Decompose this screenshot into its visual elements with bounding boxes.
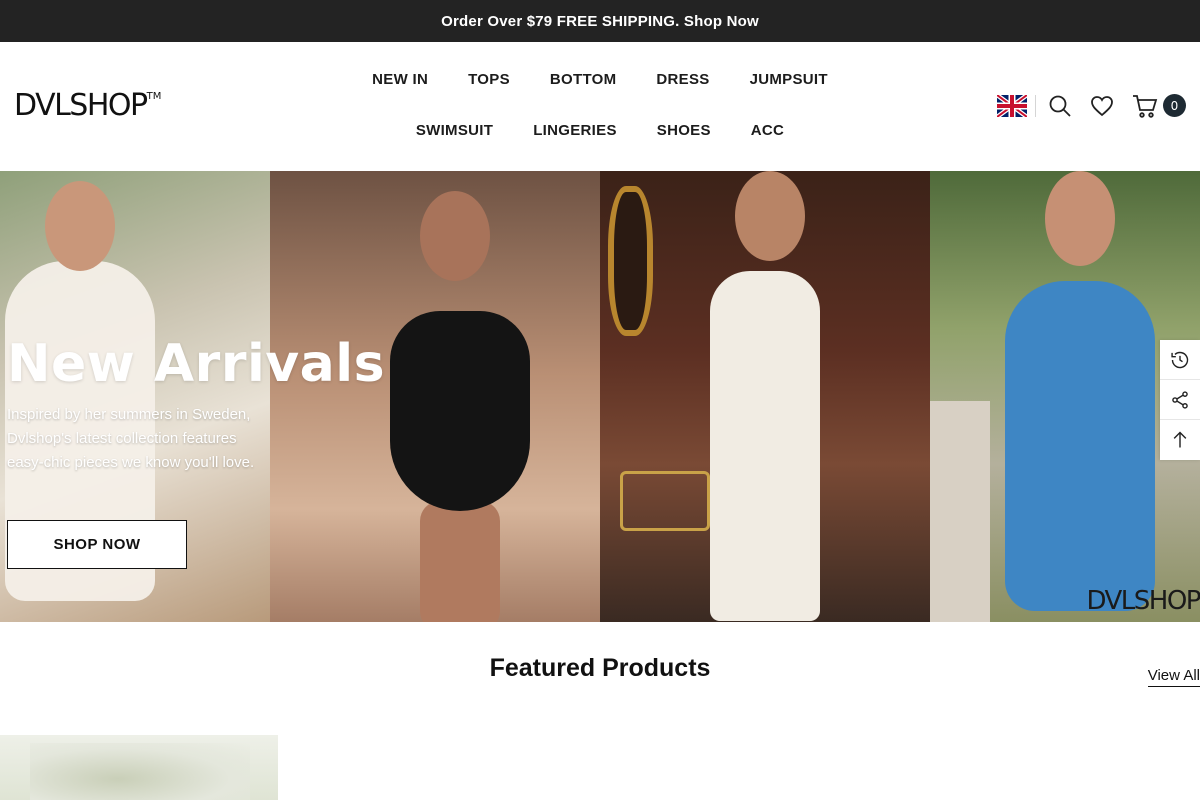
uk-flag-icon[interactable] (997, 95, 1027, 117)
announcement-text[interactable]: Order Over $79 FREE SHIPPING. Shop Now (441, 13, 759, 30)
model-figure (390, 311, 530, 511)
hero-subtitle: Inspired by her summers in Sweden, Dvlsh… (7, 406, 255, 471)
side-toolbar (1160, 340, 1200, 460)
tools-divider (1035, 95, 1036, 117)
logo[interactable]: DVLSHOPTM (14, 88, 161, 123)
nav-item-bottom[interactable]: BOTTOM (550, 71, 617, 88)
product-image (30, 743, 250, 800)
model-head (45, 181, 115, 271)
model-head (735, 171, 805, 261)
model-figure (1005, 281, 1155, 611)
nav-item-acc[interactable]: ACC (751, 122, 784, 139)
shop-now-button[interactable]: SHOP NOW (7, 520, 187, 569)
cart-count-badge: 0 (1163, 94, 1186, 117)
main-nav: NEW IN TOPS BOTTOM DRESS JUMPSUIT SWIMSU… (300, 42, 900, 171)
header-tools: 0 (997, 92, 1186, 120)
heart-icon[interactable] (1090, 94, 1114, 118)
stone-balustrade (930, 401, 990, 622)
brand-watermark: DVLSHOP (1086, 586, 1200, 616)
site-header: DVLSHOPTM NEW IN TOPS BOTTOM DRESS JUMPS… (0, 42, 1200, 171)
hero-image-3 (600, 171, 930, 622)
logo-trademark: TM (146, 91, 162, 102)
nav-row-2: SWIMSUIT LINGERIES SHOES ACC (300, 122, 900, 139)
hero-image-2 (270, 171, 600, 622)
logo-text: DVLSHOP (14, 88, 148, 123)
cart-icon (1132, 93, 1158, 119)
model-figure (710, 271, 820, 621)
model-head (420, 191, 490, 281)
search-icon[interactable] (1048, 94, 1072, 118)
gold-bench (620, 471, 710, 531)
recently-viewed-icon[interactable] (1160, 340, 1200, 380)
nav-item-shoes[interactable]: SHOES (657, 122, 711, 139)
featured-products-title: Featured Products (489, 654, 711, 682)
product-card[interactable] (0, 735, 278, 800)
view-all-link[interactable]: View All (1147, 667, 1200, 687)
share-icon[interactable] (1160, 380, 1200, 420)
nav-item-lingeries[interactable]: LINGERIES (533, 122, 617, 139)
gold-mirror (608, 186, 653, 336)
hero-banner[interactable]: DVLSHOP New Arrivals Inspired by her sum… (0, 171, 1200, 622)
nav-item-dress[interactable]: DRESS (656, 71, 709, 88)
nav-item-new-in[interactable]: NEW IN (372, 71, 428, 88)
back-to-top-icon[interactable] (1160, 420, 1200, 460)
announcement-bar[interactable]: Order Over $79 FREE SHIPPING. Shop Now (0, 0, 1200, 42)
model-legs (420, 501, 500, 622)
nav-row-1: NEW IN TOPS BOTTOM DRESS JUMPSUIT (300, 71, 900, 88)
model-head (1045, 171, 1115, 266)
hero-text: New Arrivals Inspired by her summers in … (7, 333, 386, 475)
nav-item-swimsuit[interactable]: SWIMSUIT (416, 122, 493, 139)
cart-button[interactable]: 0 (1132, 92, 1186, 120)
nav-item-tops[interactable]: TOPS (468, 71, 510, 88)
hero-title: New Arrivals (7, 334, 386, 394)
nav-item-jumpsuit[interactable]: JUMPSUIT (750, 71, 828, 88)
